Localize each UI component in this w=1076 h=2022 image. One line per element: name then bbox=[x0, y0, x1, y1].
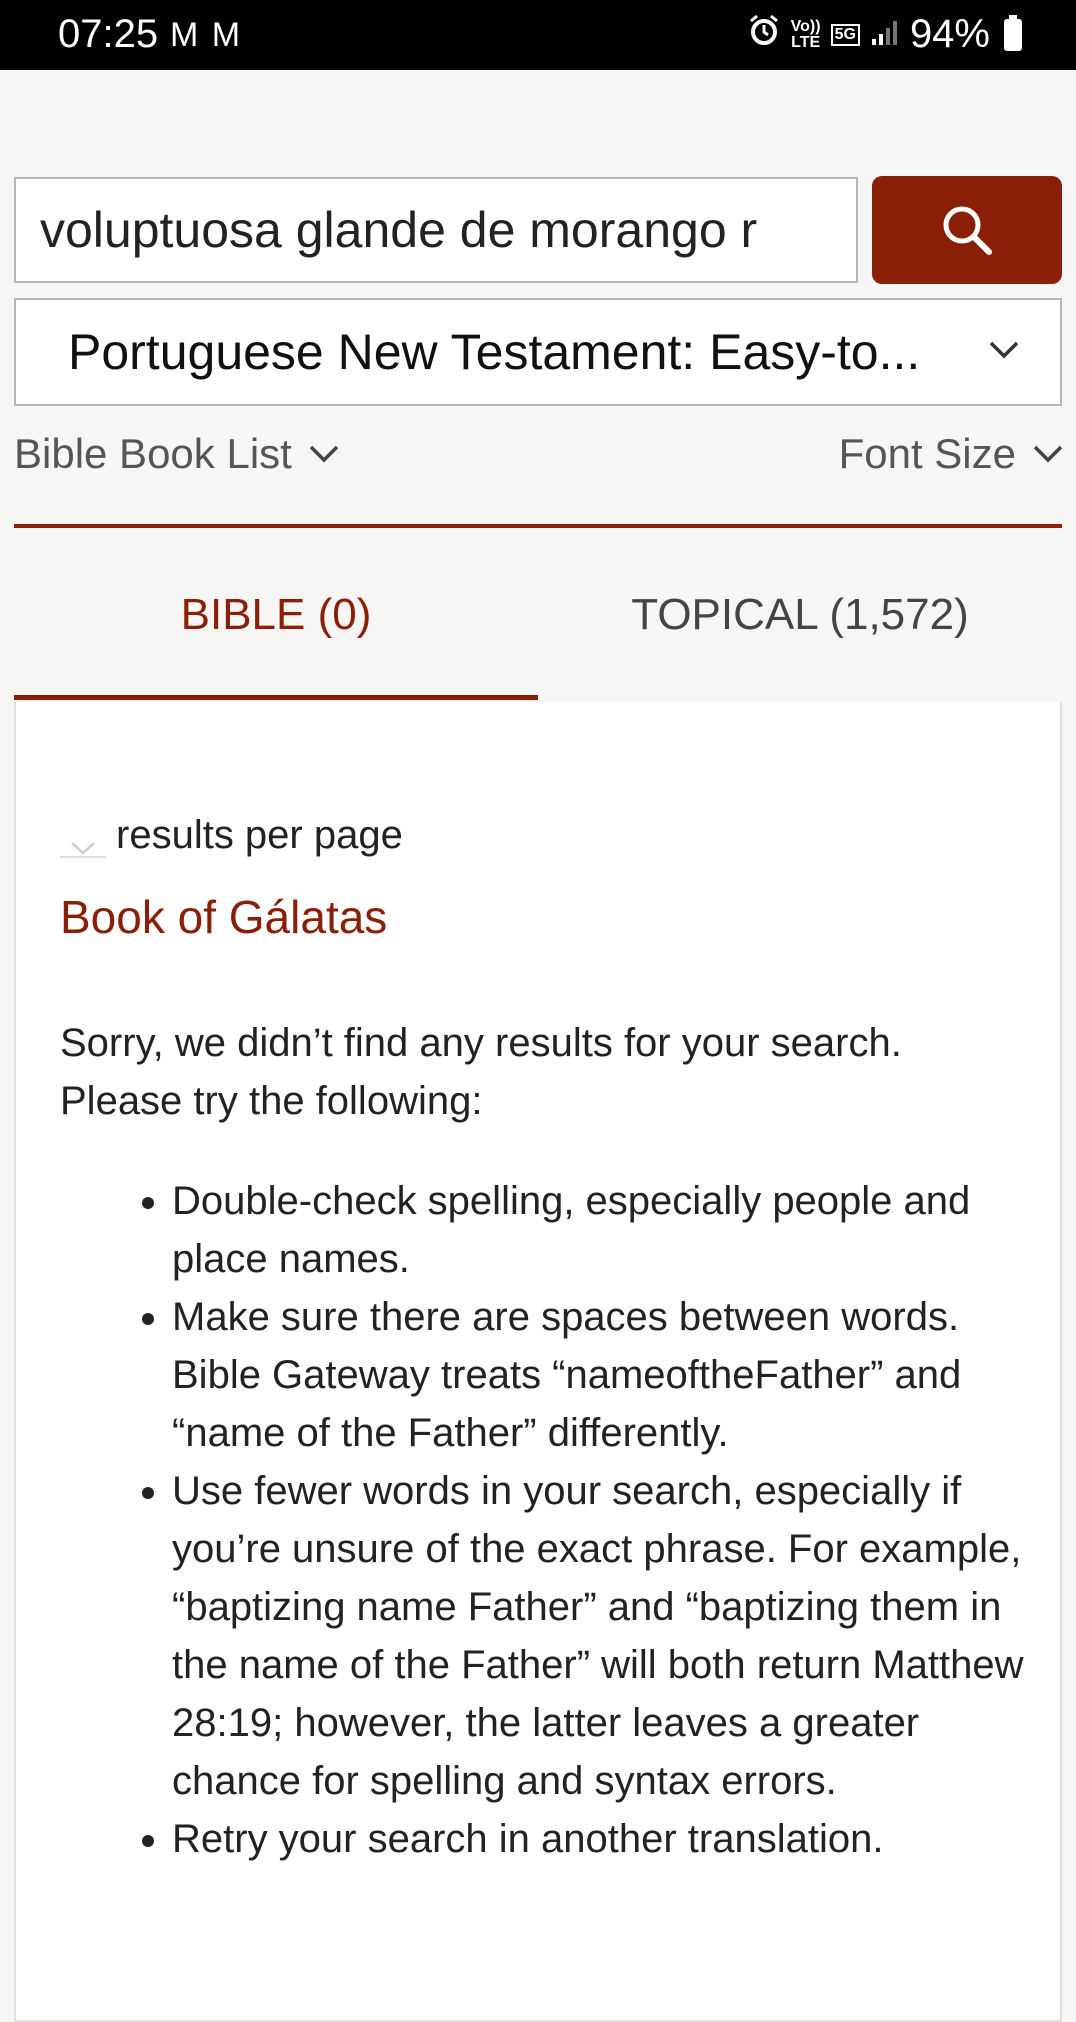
active-tab-indicator bbox=[14, 695, 538, 700]
book-list-label: Bible Book List bbox=[14, 430, 292, 477]
font-size-label: Font Size bbox=[838, 430, 1016, 477]
bible-book-list-toggle[interactable]: Bible Book List bbox=[14, 430, 340, 478]
version-select-label: Portuguese New Testament: Easy-to... bbox=[68, 324, 921, 380]
divider bbox=[14, 524, 1062, 528]
chevron-down-icon bbox=[309, 445, 339, 463]
list-item: Retry your search in another translation… bbox=[172, 1810, 1040, 1868]
search-icon bbox=[943, 206, 992, 255]
battery-icon bbox=[1004, 14, 1022, 51]
list-item: Make sure there are spaces between words… bbox=[172, 1288, 1040, 1462]
volte-icon: Vo)) LTE bbox=[790, 17, 821, 51]
tab-bible[interactable]: BIBLE (0) bbox=[14, 560, 538, 700]
mail-icon: M M bbox=[170, 16, 243, 54]
results-panel: results per page Book of Gálatas Sorry, … bbox=[14, 702, 1062, 2022]
chevron-down-icon bbox=[1033, 445, 1063, 463]
5g-icon: 5G bbox=[830, 23, 860, 46]
status-time: 07:25 bbox=[58, 12, 159, 56]
battery-percent: 94% bbox=[909, 12, 990, 56]
status-bar: 07:25 M M Vo)) LTE 5G 94% bbox=[0, 0, 1076, 70]
chevron-down-icon bbox=[71, 842, 95, 855]
alarm-icon bbox=[747, 12, 781, 57]
tab-bible-label: BIBLE (0) bbox=[180, 590, 372, 639]
book-heading[interactable]: Book of Gálatas bbox=[60, 890, 387, 944]
results-per-page-label: results per page bbox=[116, 812, 403, 857]
font-size-toggle[interactable]: Font Size bbox=[839, 430, 1064, 478]
tab-topical-label: TOPICAL (1,572) bbox=[631, 590, 969, 639]
status-icons: Vo)) LTE 5G 94% bbox=[747, 12, 1022, 57]
results-per-page: results per page bbox=[60, 812, 403, 858]
signal-icon bbox=[870, 12, 900, 57]
search-button[interactable] bbox=[872, 176, 1062, 284]
chevron-down-icon bbox=[989, 341, 1019, 359]
results-per-page-select[interactable] bbox=[60, 812, 106, 858]
list-item: Double-check spelling, especially people… bbox=[172, 1172, 1040, 1288]
search-input[interactable]: voluptuosa glande de morango r bbox=[14, 177, 858, 283]
tips-list: Double-check spelling, especially people… bbox=[60, 1172, 1040, 1868]
list-item: Use fewer words in your search, especial… bbox=[172, 1462, 1040, 1810]
no-results-message: Sorry, we didn’t find any results for yo… bbox=[60, 1021, 902, 1123]
version-select[interactable]: Portuguese New Testament: Easy-to... bbox=[14, 298, 1062, 406]
tab-topical[interactable]: TOPICAL (1,572) bbox=[538, 560, 1062, 700]
